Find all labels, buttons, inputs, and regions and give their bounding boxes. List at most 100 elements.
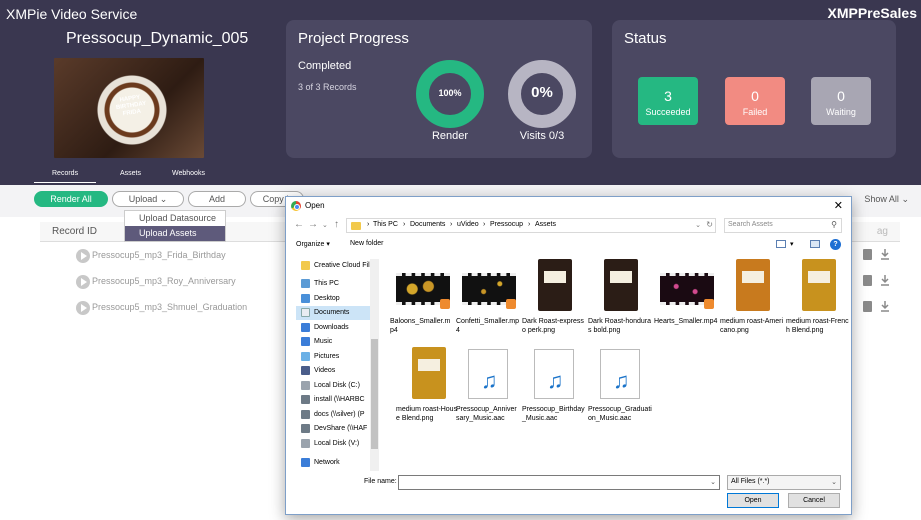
nav-item-this-pc[interactable]: This PC [296, 277, 378, 291]
status-succeeded-box[interactable]: 3 Succeeded [638, 77, 698, 125]
view-options-icon[interactable] [776, 240, 786, 248]
search-input[interactable]: Search Assets ⚲ [724, 218, 842, 233]
job-thumbnail: HAPPY BIRTHDAY FRIDA [54, 58, 204, 158]
nav-item-pictures[interactable]: Pictures [296, 350, 378, 364]
download-icon[interactable] [880, 275, 890, 286]
image-file-icon [528, 259, 582, 315]
file-name: medium roast-French Blend.png [786, 318, 849, 334]
upload-datasource-item[interactable]: Upload Datasource [125, 211, 225, 226]
upload-assets-item[interactable]: Upload Assets [125, 226, 225, 241]
user-name[interactable]: XMPPreSales [828, 5, 918, 21]
bag-label [544, 271, 566, 283]
navigation-scrollbar[interactable] [370, 259, 379, 471]
chevron-down-icon[interactable]: ⌄ [710, 478, 716, 486]
upload-menu: Upload Datasource Upload Assets [124, 210, 226, 242]
trash-icon[interactable] [863, 249, 872, 260]
show-all-dropdown[interactable]: Show All ⌄ [864, 194, 909, 205]
file-name: Pressocup_Anniversary_Music.aac [456, 406, 517, 422]
tab-records[interactable]: Records [52, 170, 78, 177]
status-failed-box[interactable]: 0 Failed [725, 77, 785, 125]
record-id: Pressocup5_mp3_Frida_Birthday [92, 250, 226, 260]
help-icon[interactable]: ? [830, 239, 841, 250]
nav-item-local-disk-v[interactable]: Local Disk (V:) [296, 437, 378, 451]
file-type-select[interactable]: All Files (*.*) ⌄ [727, 475, 841, 490]
upload-button[interactable]: Upload ⌄ [112, 191, 184, 207]
new-folder-button[interactable]: New folder [350, 240, 383, 247]
status-title: Status [624, 30, 667, 47]
bag-label [418, 359, 440, 371]
file-name-field[interactable]: ⌄ [398, 475, 720, 490]
chevron-down-icon[interactable]: ▾ [790, 240, 794, 248]
preview-pane-icon[interactable] [810, 240, 820, 248]
music-note-icon: ♫ [547, 368, 564, 393]
trash-icon[interactable] [863, 275, 872, 286]
network-drive-icon [301, 410, 310, 419]
play-icon[interactable] [76, 275, 90, 289]
music-icon [301, 337, 310, 346]
open-button[interactable]: Open [727, 493, 779, 508]
upload-button-label: Upload [128, 194, 158, 204]
breadcrumb-uvideo[interactable]: uVideo [457, 221, 479, 228]
render-progress-value: 100% [438, 88, 462, 98]
bag-label [610, 271, 632, 283]
coffee-bag-thumbnail [412, 347, 446, 399]
refresh-icon[interactable]: ↻ [706, 220, 713, 229]
play-icon[interactable] [76, 301, 90, 315]
forward-arrow-icon[interactable]: → [308, 219, 318, 230]
document-shape: ♫ [468, 349, 508, 399]
nav-item-local-disk-c[interactable]: Local Disk (C:) [296, 379, 378, 393]
tab-assets[interactable]: Assets [120, 170, 141, 177]
tab-webhooks[interactable]: Webhooks [172, 170, 205, 177]
render-all-button[interactable]: Render All [34, 191, 108, 207]
coffee-bag-thumbnail [736, 259, 770, 311]
status-waiting-box[interactable]: 0 Waiting [811, 77, 871, 125]
network-drive-icon [301, 424, 310, 433]
nav-item-install-share[interactable]: install (\\HARBC [296, 393, 378, 407]
nav-item-music[interactable]: Music [296, 335, 378, 349]
play-badge-icon [506, 299, 516, 309]
nav-item-devshare[interactable]: DevShare (\\HAF [296, 422, 378, 436]
cancel-button[interactable]: Cancel [788, 493, 840, 508]
add-button[interactable]: Add [188, 191, 246, 207]
nav-item-docs-share[interactable]: docs (\\silver) (P [296, 408, 378, 422]
network-drive-icon [301, 395, 310, 404]
pictures-icon [301, 352, 310, 361]
address-bar[interactable]: › This PC › Documents › uVideo › Pressoc… [346, 218, 716, 233]
record-id: Pressocup5_mp3_Roy_Anniversary [92, 276, 236, 286]
nav-item-videos[interactable]: Videos [296, 364, 378, 378]
breadcrumb-assets[interactable]: Assets [535, 221, 556, 228]
app-header: XMPie Video Service XMPPreSales Pressocu… [0, 0, 921, 185]
breadcrumb-pressocup[interactable]: Pressocup [490, 221, 523, 228]
nav-item-network[interactable]: Network [296, 456, 378, 470]
play-icon[interactable] [76, 249, 90, 263]
nav-item-creative-cloud[interactable]: Creative Cloud Fil [296, 259, 378, 273]
address-row: ← → ⌄ ↑ › This PC › Documents › uVideo ›… [286, 218, 851, 234]
nav-item-desktop[interactable]: Desktop [296, 292, 378, 306]
back-arrow-icon[interactable]: ← [294, 219, 304, 230]
chevron-down-icon[interactable]: ⌄ [695, 221, 701, 229]
progress-title: Project Progress [298, 30, 409, 47]
chevron-down-icon[interactable]: ⌄ [322, 221, 328, 229]
trash-icon[interactable] [863, 301, 872, 312]
up-arrow-icon[interactable]: ↑ [334, 219, 339, 230]
file-name-label: File name: [364, 478, 397, 485]
column-record-id[interactable]: Record ID [52, 226, 97, 237]
crumb-separator: › [367, 221, 370, 228]
nav-item-documents[interactable]: Documents [296, 306, 378, 320]
scrollbar-thumb[interactable] [371, 339, 378, 449]
navigation-pane: Creative Cloud Fil This PC Desktop Docum… [296, 259, 378, 471]
nav-item-downloads[interactable]: Downloads [296, 321, 378, 335]
record-id: Pressocup5_mp3_Shmuel_Graduation [92, 302, 248, 312]
image-file-icon [402, 347, 456, 403]
download-icon[interactable] [880, 249, 890, 260]
failed-count: 0 [751, 88, 759, 104]
dialog-titlebar[interactable]: Open ✕ [286, 197, 851, 215]
close-icon[interactable]: ✕ [834, 199, 843, 212]
crumb-separator: › [483, 221, 486, 228]
breadcrumb-documents[interactable]: Documents [410, 221, 445, 228]
progress-completed-label: Completed [298, 60, 352, 72]
breadcrumb-this-pc[interactable]: This PC [373, 221, 398, 228]
download-icon[interactable] [880, 301, 890, 312]
organize-button[interactable]: Organize ▾ [296, 240, 330, 248]
video-file-icon [396, 259, 450, 315]
